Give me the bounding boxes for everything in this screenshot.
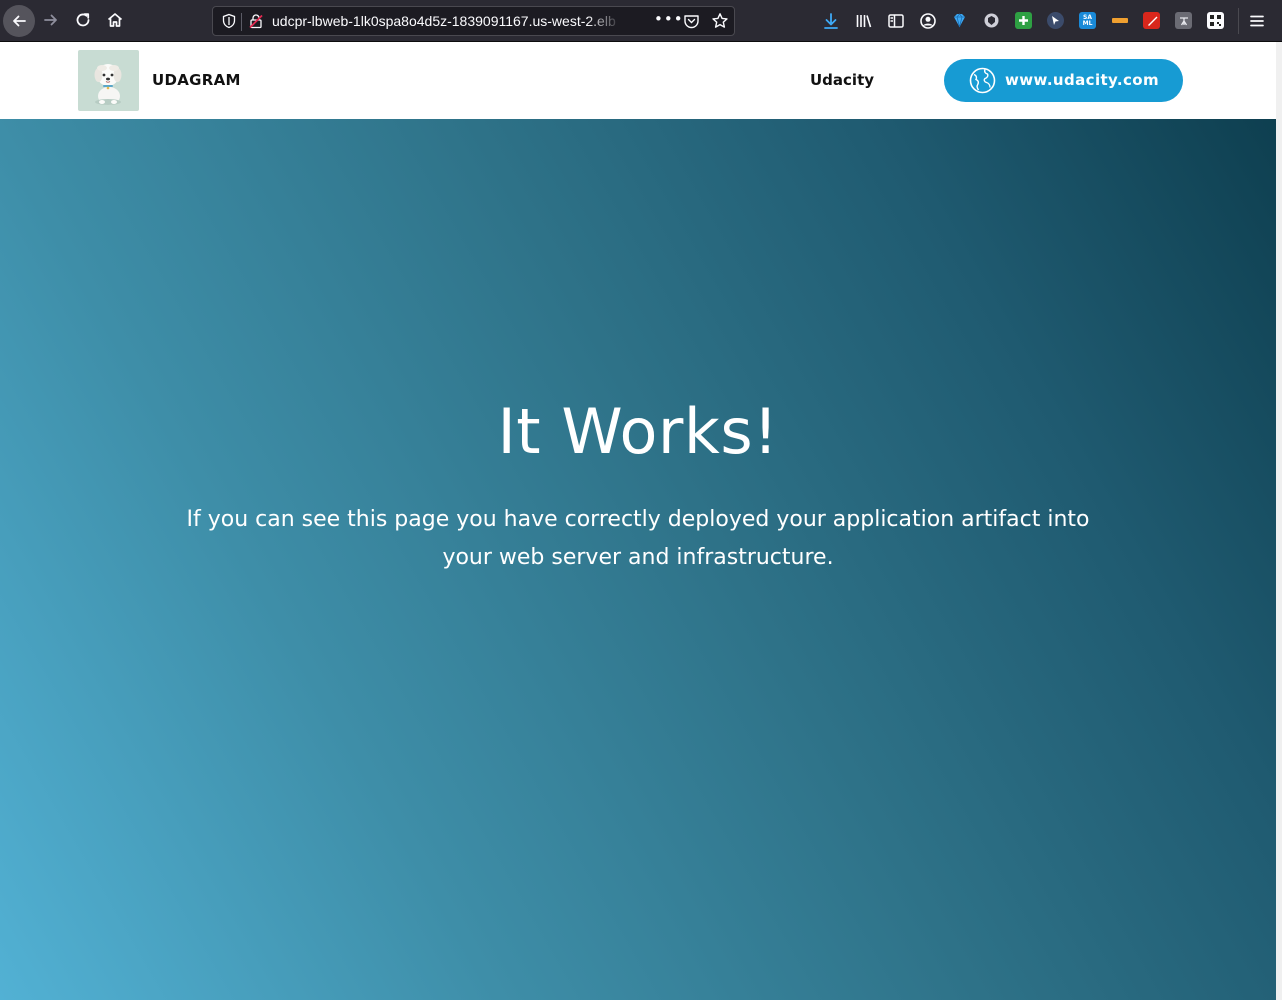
brand-name[interactable]: UDAGRAM — [152, 71, 241, 89]
extension-qr-icon[interactable] — [1207, 12, 1224, 29]
extension-pen-icon[interactable] — [1143, 12, 1160, 29]
home-icon — [107, 13, 123, 27]
globe-icon — [969, 67, 996, 94]
downloads-icon[interactable] — [822, 12, 840, 30]
site-header: UDAGRAM Udacity www.udacity.com — [0, 42, 1276, 119]
back-button[interactable] — [3, 5, 35, 37]
hero-title: It Works! — [497, 395, 779, 468]
extension-shield-icon[interactable] — [983, 12, 1000, 29]
udacity-site-button[interactable]: www.udacity.com — [944, 59, 1183, 102]
back-icon — [13, 15, 26, 27]
extension-saml-icon[interactable]: SA ML — [1079, 12, 1096, 29]
reload-icon — [76, 13, 90, 27]
toolbar-divider — [1238, 8, 1239, 34]
nav-link-udacity[interactable]: Udacity — [810, 71, 874, 89]
udagram-logo[interactable] — [78, 50, 139, 111]
extension-gem-icon[interactable] — [951, 12, 968, 29]
forward-button[interactable] — [36, 5, 66, 35]
sidebar-icon[interactable] — [887, 12, 905, 30]
insecure-lock-icon[interactable] — [248, 13, 264, 29]
url-text[interactable]: udcpr-lbweb-1lk0spa8o4d5z-1839091167.us-… — [272, 13, 622, 29]
extension-cursor-icon[interactable] — [1047, 12, 1064, 29]
home-button[interactable] — [100, 5, 130, 35]
reload-button[interactable] — [68, 5, 98, 35]
dog-icon — [94, 64, 122, 105]
extension-plus-icon[interactable] — [1015, 12, 1032, 29]
url-bar[interactable]: udcpr-lbweb-1lk0spa8o4d5z-1839091167.us-… — [212, 6, 735, 36]
forward-icon — [44, 14, 57, 26]
extension-orange-bar-icon[interactable] — [1111, 12, 1128, 29]
browser-toolbar: udcpr-lbweb-1lk0spa8o4d5z-1839091167.us-… — [0, 0, 1282, 42]
account-icon[interactable] — [919, 12, 937, 30]
udacity-site-button-label: www.udacity.com — [1005, 71, 1159, 89]
app-menu-icon[interactable] — [1248, 12, 1266, 30]
bookmark-star-icon[interactable] — [711, 12, 729, 30]
hero-section: It Works! If you can see this page you h… — [0, 119, 1276, 1000]
tracking-shield-icon[interactable] — [221, 13, 237, 29]
extension-translate-icon[interactable] — [1175, 12, 1192, 29]
pocket-icon[interactable] — [683, 13, 700, 30]
page-scrollbar[interactable] — [1276, 42, 1282, 1000]
url-separator — [241, 13, 242, 31]
page-actions-icon[interactable]: ••• — [654, 10, 684, 28]
hero-description: If you can see this page you have correc… — [186, 507, 1090, 570]
library-icon[interactable] — [855, 12, 873, 30]
